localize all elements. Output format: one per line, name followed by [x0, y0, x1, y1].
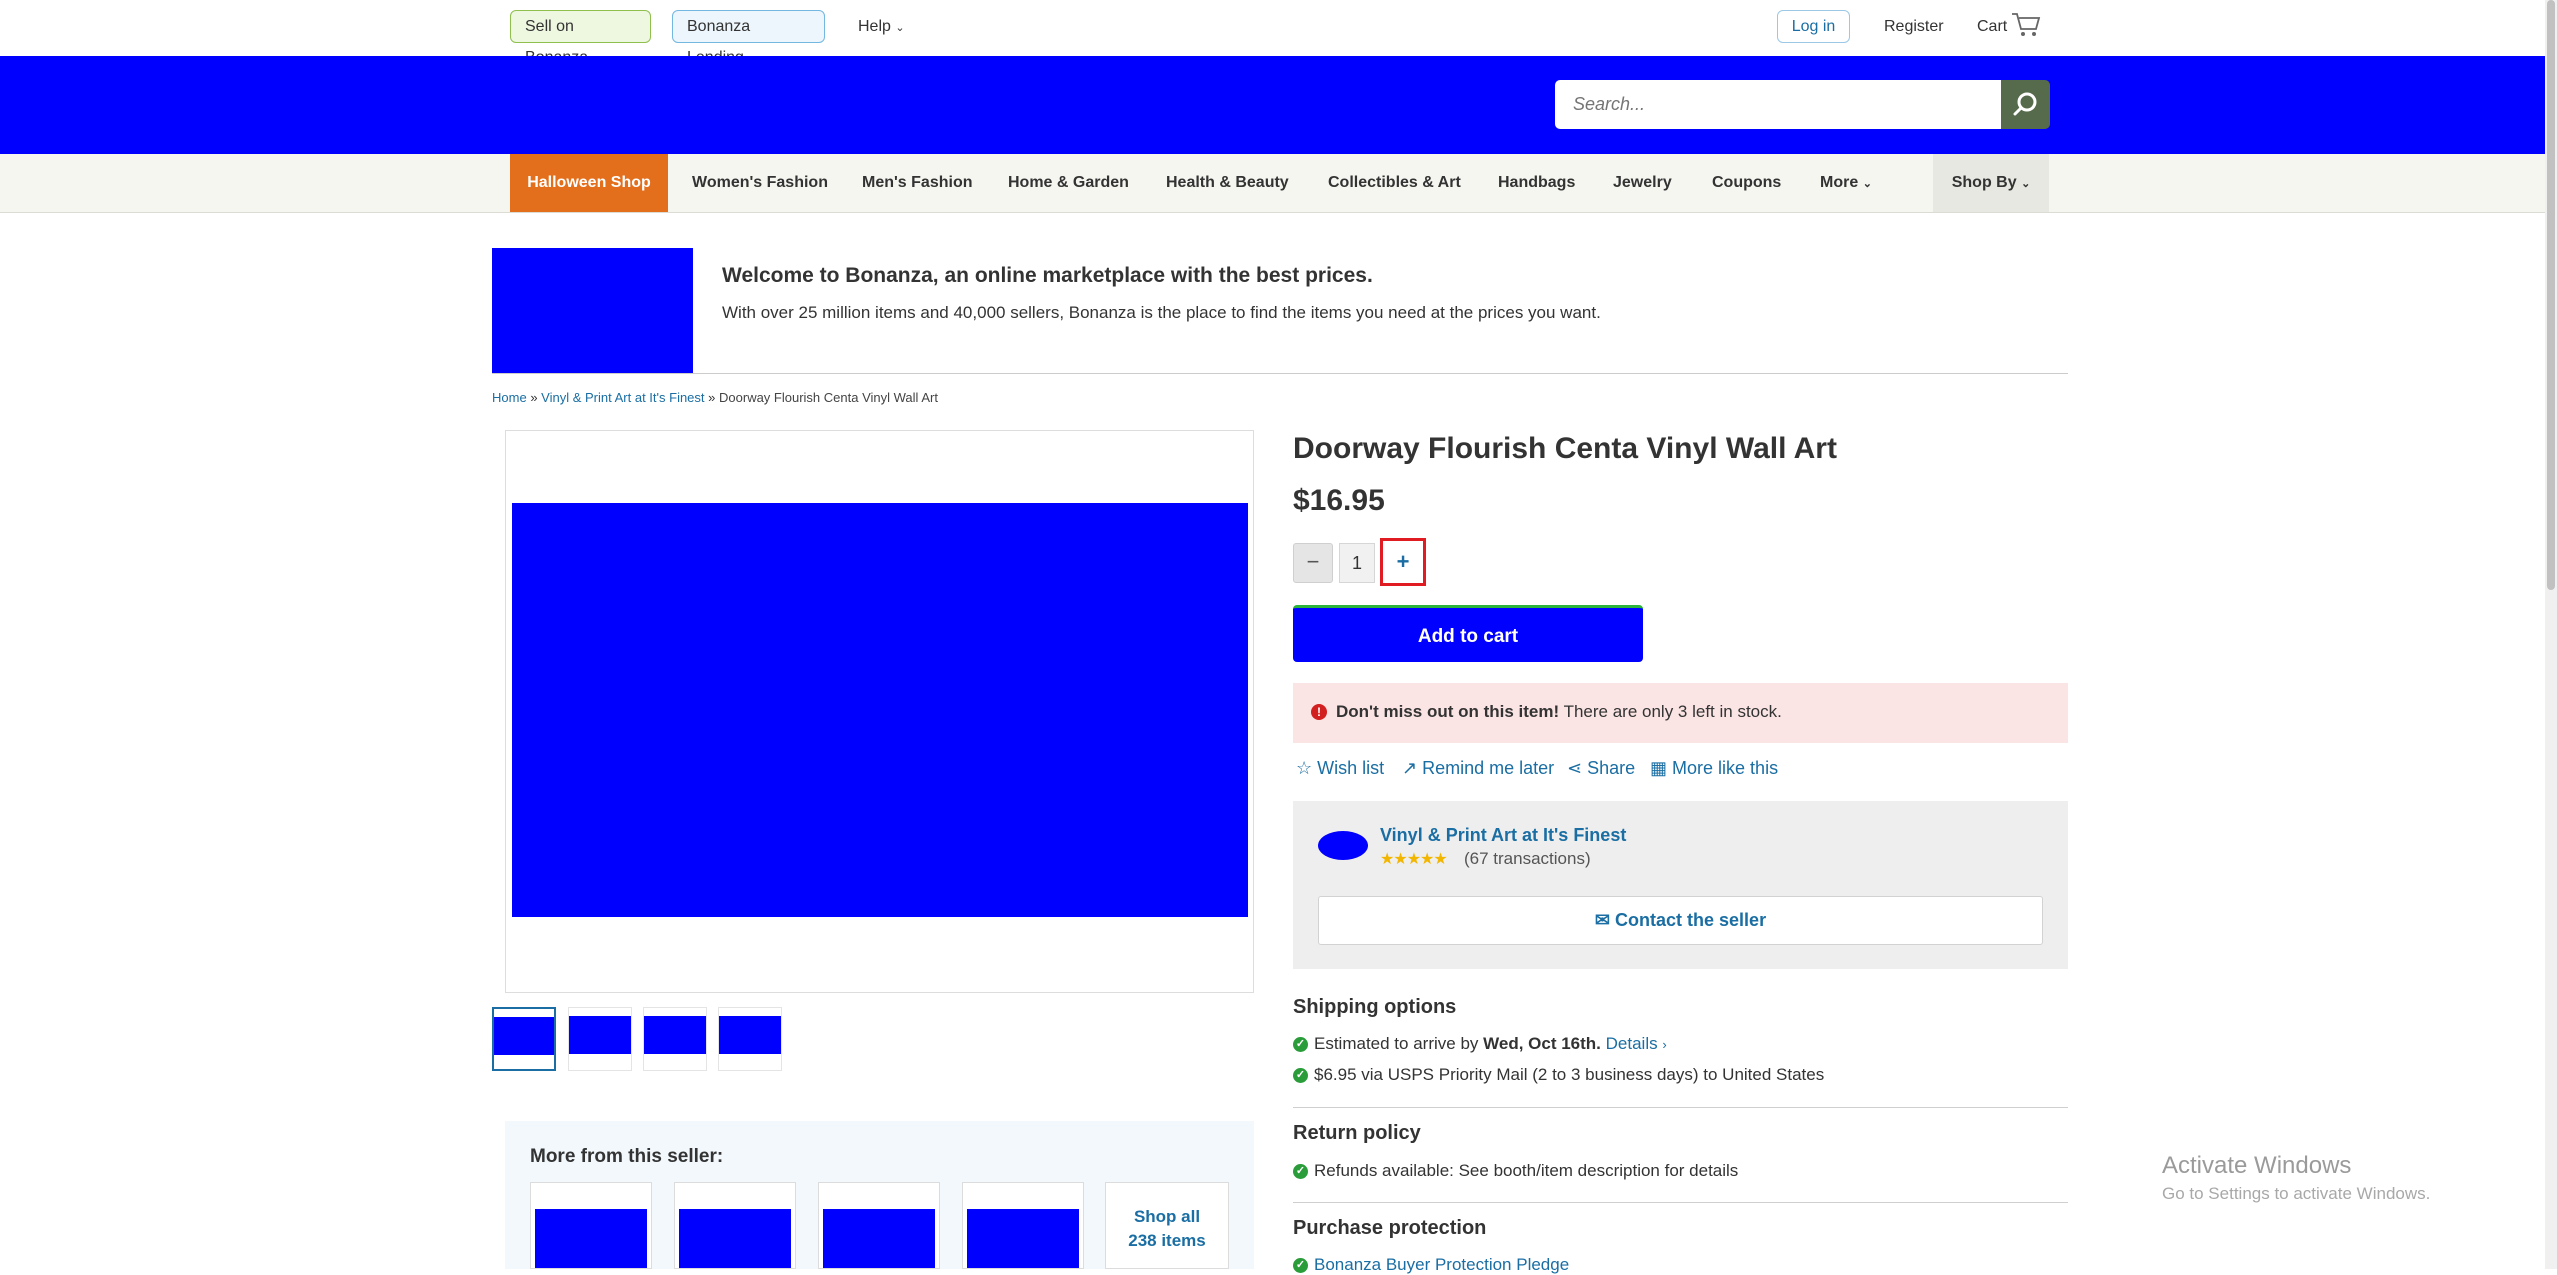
quantity-increase-button[interactable]: +: [1380, 538, 1426, 586]
wishlist-link[interactable]: ☆ Wish list: [1296, 758, 1384, 779]
more-from-seller-title: More from this seller:: [530, 1146, 724, 1167]
bonanza-lending-button[interactable]: Bonanza Lending: [672, 10, 825, 66]
scrollbar-thumb[interactable]: [2547, 0, 2555, 590]
transaction-count: (67 transactions): [1464, 849, 1591, 868]
alert-message: Don't miss out on this item! There are o…: [1336, 702, 1782, 722]
alert-icon: !: [1311, 704, 1327, 720]
shipping-method: $6.95 via USPS Priority Mail (2 to 3 bus…: [1314, 1065, 1825, 1084]
shipping-details-link[interactable]: Details ›: [1606, 1034, 1667, 1053]
product-price: $16.95: [1293, 484, 1385, 517]
thumbnail[interactable]: [643, 1007, 707, 1071]
return-policy-text: Refunds available: See booth/item descri…: [1314, 1161, 1739, 1180]
breadcrumb-current: Doorway Flourish Centa Vinyl Wall Art: [719, 390, 938, 405]
seller-item-card[interactable]: [818, 1182, 940, 1269]
sell-on-bonanza-button[interactable]: Sell on Bonanza: [510, 10, 651, 66]
breadcrumb-separator: »: [708, 390, 716, 405]
quantity-decrease-button[interactable]: −: [1293, 543, 1333, 583]
seller-item-card[interactable]: [674, 1182, 796, 1269]
alert-text: There are only 3 left in stock.: [1563, 702, 1782, 721]
estimated-arrival: Estimated to arrive by Wed, Oct 16th. De…: [1314, 1034, 1667, 1054]
breadcrumb-home[interactable]: Home: [492, 390, 527, 405]
chevron-down-icon: ⌄: [1862, 178, 1872, 190]
purchase-protection-heading: Purchase protection: [1293, 1217, 1487, 1239]
check-icon: ✓: [1293, 1068, 1308, 1083]
share-link[interactable]: ⋖ Share: [1567, 758, 1635, 779]
nav-health-beauty[interactable]: Health & Beauty: [1166, 154, 1289, 212]
search-button[interactable]: [2001, 80, 2050, 129]
thumbnail[interactable]: [492, 1007, 556, 1071]
chevron-down-icon: ⌄: [2021, 178, 2031, 190]
help-label: Help: [858, 18, 891, 35]
site-header: [0, 56, 2557, 154]
contact-seller-label: Contact the seller: [1615, 910, 1767, 930]
divider: [1293, 1107, 2068, 1108]
seller-avatar[interactable]: [1318, 831, 1368, 860]
nav-handbags[interactable]: Handbags: [1498, 154, 1575, 212]
check-icon: ✓: [1293, 1164, 1308, 1179]
cart-icon[interactable]: [2011, 12, 2041, 38]
cart-label: Cart: [1977, 18, 2008, 35]
contact-seller-button[interactable]: ✉ Contact the seller: [1318, 896, 2043, 945]
share-icon: ⋖: [1567, 758, 1583, 778]
return-policy-heading: Return policy: [1293, 1122, 1421, 1144]
add-to-cart-button[interactable]: Add to cart: [1293, 605, 1643, 662]
help-menu[interactable]: Help ⌄: [858, 10, 905, 43]
search-input[interactable]: [1555, 80, 2001, 129]
nav-halloween-shop[interactable]: Halloween Shop: [510, 154, 668, 212]
windows-watermark-subtitle: Go to Settings to activate Windows.: [2162, 1184, 2431, 1203]
more-like-label: More like this: [1672, 758, 1779, 778]
arrival-prefix: Estimated to arrive by: [1314, 1034, 1479, 1053]
nav-home-garden[interactable]: Home & Garden: [1008, 154, 1129, 212]
product-image[interactable]: [512, 503, 1248, 917]
shop-all-items-link[interactable]: Shop all 238 items: [1105, 1182, 1229, 1269]
register-link[interactable]: Register: [1884, 10, 1944, 43]
welcome-text: With over 25 million items and 40,000 se…: [722, 303, 1601, 322]
nav-shop-by[interactable]: Shop By ⌄: [1933, 154, 2049, 212]
divider: [1293, 1202, 2068, 1203]
breadcrumb-store[interactable]: Vinyl & Print Art at It's Finest: [541, 390, 704, 405]
quantity-field[interactable]: 1: [1339, 543, 1375, 583]
share-label: Share: [1587, 758, 1636, 778]
remind-label: Remind me later: [1422, 758, 1555, 778]
grid-icon: ▦: [1650, 758, 1668, 778]
chevron-down-icon: ⌄: [895, 22, 905, 34]
breadcrumb-separator: »: [530, 390, 538, 405]
shipping-heading: Shipping options: [1293, 996, 1457, 1018]
nav-collectibles-art[interactable]: Collectibles & Art: [1328, 154, 1461, 212]
external-link-icon: ↗: [1402, 758, 1418, 778]
star-outline-icon: ☆: [1296, 758, 1313, 778]
nav-womens-fashion[interactable]: Women's Fashion: [692, 154, 828, 212]
nav-mens-fashion[interactable]: Men's Fashion: [862, 154, 972, 212]
more-like-this-link[interactable]: ▦ More like this: [1650, 758, 1778, 779]
thumbnail[interactable]: [718, 1007, 782, 1071]
windows-watermark-title: Activate Windows: [2162, 1152, 2352, 1179]
arrival-date: Wed, Oct 16th.: [1483, 1034, 1601, 1053]
check-icon: ✓: [1293, 1037, 1308, 1052]
welcome-image: [492, 248, 693, 373]
envelope-icon: ✉: [1594, 910, 1611, 930]
nav-more-label: More: [1820, 174, 1859, 191]
seller-item-card[interactable]: [962, 1182, 1084, 1269]
search-icon: [2013, 92, 2037, 116]
cart-link[interactable]: Cart: [1977, 10, 2007, 43]
remind-me-later-link[interactable]: ↗ Remind me later: [1402, 758, 1554, 779]
login-button[interactable]: Log in: [1777, 10, 1850, 43]
product-title: Doorway Flourish Centa Vinyl Wall Art: [1293, 432, 1837, 465]
nav-more[interactable]: More ⌄: [1820, 154, 1872, 212]
welcome-title: Welcome to Bonanza, an online marketplac…: [722, 264, 1373, 287]
nav-shop-by-label: Shop By: [1951, 174, 2017, 191]
check-icon: ✓: [1293, 1258, 1308, 1273]
chevron-right-icon: ›: [1662, 1037, 1667, 1052]
seller-item-card[interactable]: [530, 1182, 652, 1269]
wishlist-label: Wish list: [1317, 758, 1385, 778]
alert-strong: Don't miss out on this item!: [1336, 702, 1560, 721]
nav-jewelry[interactable]: Jewelry: [1613, 154, 1672, 212]
thumbnail[interactable]: [568, 1007, 632, 1071]
rating-stars: ★★★★★: [1380, 851, 1448, 868]
seller-name-link[interactable]: Vinyl & Print Art at It's Finest: [1380, 825, 1626, 846]
breadcrumb: Home » Vinyl & Print Art at It's Finest …: [492, 390, 938, 405]
top-bar: [0, 0, 2557, 56]
buyer-protection-link[interactable]: Bonanza Buyer Protection Pledge: [1314, 1255, 1569, 1275]
nav-coupons[interactable]: Coupons: [1712, 154, 1781, 212]
